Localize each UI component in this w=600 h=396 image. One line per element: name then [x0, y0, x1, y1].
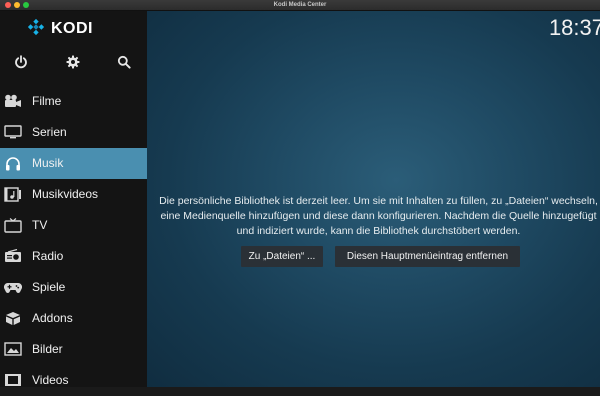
sidebar-item-label: Addons [32, 311, 73, 325]
box-icon [4, 310, 22, 326]
picture-icon [4, 341, 22, 357]
movie-camera-icon [4, 93, 22, 109]
sidebar-item-spiele[interactable]: Spiele [0, 272, 147, 303]
main-menu: Filme Serien Musik Musikvideos TV Radio … [0, 86, 147, 396]
main-content: 18:37 Die persönliche Bibliothek ist der… [147, 11, 600, 387]
music-video-icon [4, 186, 22, 202]
sidebar: KODI Filme Serien Musik Musikvideos TV R… [0, 11, 147, 387]
sidebar-item-musik[interactable]: Musik [0, 148, 147, 179]
sidebar-item-tv[interactable]: TV [0, 210, 147, 241]
window-title: Kodi Media Center [273, 2, 327, 8]
window-titlebar: Kodi Media Center [0, 0, 600, 11]
sidebar-item-addons[interactable]: Addons [0, 303, 147, 334]
sidebar-item-label: Spiele [32, 280, 66, 294]
remove-menu-entry-button[interactable]: Diesen Hauptmenüeintrag entfernen [335, 246, 520, 267]
sidebar-item-label: Bilder [32, 342, 63, 356]
sidebar-item-label: Musik [32, 156, 64, 170]
sidebar-item-label: Serien [32, 125, 67, 139]
sidebar-item-musikvideos[interactable]: Musikvideos [0, 179, 147, 210]
sidebar-item-radio[interactable]: Radio [0, 241, 147, 272]
kodi-logo: KODI [27, 18, 93, 41]
sidebar-item-serien[interactable]: Serien [0, 117, 147, 148]
tv-screen-icon [4, 124, 22, 140]
kodi-logo-text: KODI [51, 20, 93, 37]
go-to-files-button[interactable]: Zu „Dateien“ ... [241, 246, 323, 267]
kodi-logo-icon [27, 18, 45, 41]
headphones-icon [4, 155, 22, 171]
sidebar-item-label: TV [32, 218, 48, 232]
film-icon [4, 372, 22, 388]
clock: 18:37 [548, 15, 600, 40]
sidebar-item-label: Videos [32, 373, 69, 387]
gamepad-icon [4, 279, 22, 295]
sidebar-item-label: Radio [32, 249, 64, 263]
search-icon[interactable] [116, 54, 132, 70]
radio-icon [4, 248, 22, 264]
system-toolbar [0, 51, 147, 73]
television-icon [4, 217, 22, 233]
sidebar-item-videos[interactable]: Videos [0, 365, 147, 396]
sidebar-item-label: Filme [32, 94, 62, 108]
gear-icon[interactable] [65, 54, 81, 70]
sidebar-item-bilder[interactable]: Bilder [0, 334, 147, 365]
empty-library-message: Die persönliche Bibliothek ist derzeit l… [159, 195, 598, 237]
sidebar-item-filme[interactable]: Filme [0, 86, 147, 117]
sidebar-item-label: Musikvideos [32, 187, 99, 201]
power-icon[interactable] [13, 54, 29, 70]
